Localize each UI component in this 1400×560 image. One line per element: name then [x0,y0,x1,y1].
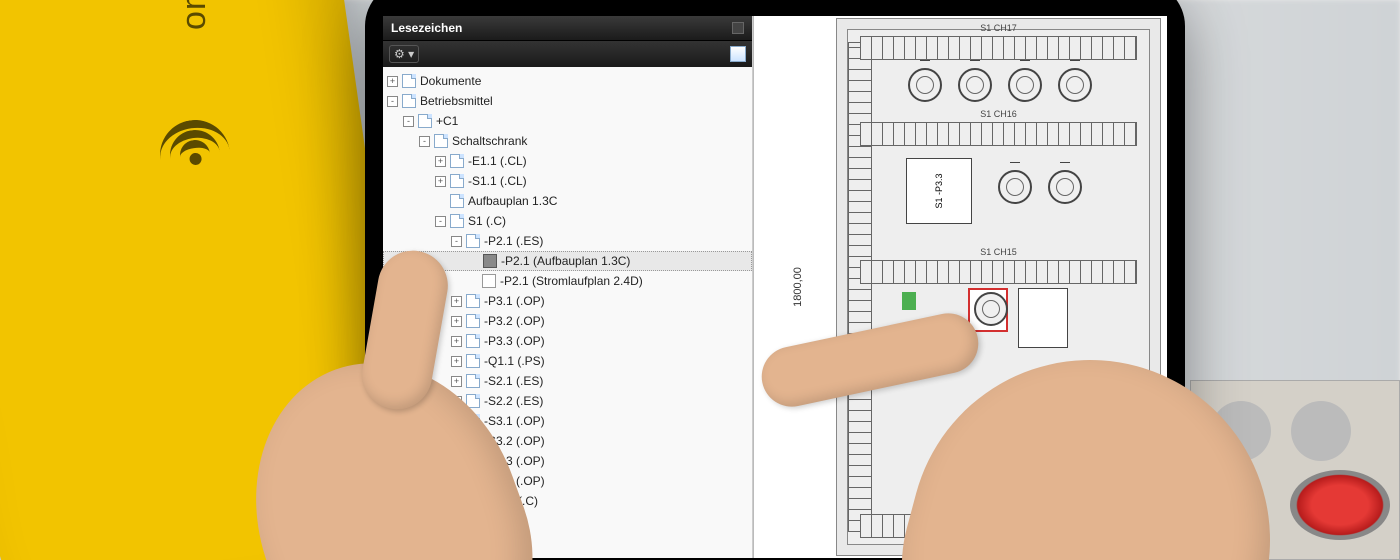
document-icon [402,94,416,108]
component-s1-label: S1 -P3.3 [934,173,944,208]
tree-node-label: S1 (.C) [468,212,506,230]
document-icon [434,134,448,148]
expand-icon[interactable]: + [451,316,462,327]
no-expand-icon [435,196,446,207]
document-icon [466,354,480,368]
tree-node[interactable]: - -P2.1 (.ES) [383,231,752,251]
expand-icon[interactable]: + [451,376,462,387]
tree-node-label: -S2.2 (.ES) [484,392,543,410]
component-round-highlighted[interactable] [974,292,1008,326]
tree-node[interactable]: Aufbauplan 1.3C [383,191,752,211]
document-icon [402,74,416,88]
tree-node-label: -P3.3 (.OP) [484,332,545,350]
tree-node-label: Betriebsmittel [420,92,493,110]
document-icon [466,294,480,308]
document-icon [418,114,432,128]
expand-icon[interactable]: + [451,356,462,367]
expand-icon[interactable]: + [451,336,462,347]
tree-node-label: Dokumente [420,72,481,90]
panel-titlebar: Lesezeichen [383,16,752,41]
tree-node-label: -Q1.1 (.PS) [484,352,545,370]
tree-node[interactable]: + Dokumente [383,71,752,91]
tree-node-label: -S1.1 (.CL) [468,172,527,190]
rail-top-label: S1 CH17 [980,23,1017,33]
pin-icon[interactable] [730,46,746,62]
document-icon [466,374,480,388]
document-icon [450,174,464,188]
tree-node-label: -P2.1 (.ES) [484,232,543,250]
expand-icon[interactable]: + [451,296,462,307]
tree-node-label: -P2.1 (Stromlaufplan 2.4D) [500,272,643,290]
panel-toolbar: ⚙ ▾ [383,41,752,67]
component-round-4[interactable] [1058,68,1092,102]
page-icon [482,274,496,288]
gear-icon[interactable]: ⚙ ▾ [389,45,419,63]
component-box-right[interactable] [1018,288,1068,348]
collapse-icon[interactable]: - [403,116,414,127]
tree-node-label: -S2.1 (.ES) [484,372,543,390]
tree-node-label: -S3.1 (.OP) [484,412,545,430]
tree-node-label: -P3.1 (.OP) [484,292,545,310]
tree-node[interactable]: + -E1.1 (.CL) [383,151,752,171]
no-expand-icon [467,276,478,287]
expand-icon[interactable]: + [435,156,446,167]
tree-node-label: -E1.1 (.CL) [468,152,527,170]
document-icon [466,234,480,248]
emergency-stop-button [1290,470,1390,540]
rail-mid-label: S1 CH16 [980,109,1017,119]
collapse-icon[interactable]: - [435,216,446,227]
tree-node[interactable]: - S1 (.C) [383,211,752,231]
tree-node-label: -P3.2 (.OP) [484,312,545,330]
component-round-2[interactable] [958,68,992,102]
tree-node[interactable]: - Schaltschrank [383,131,752,151]
expand-icon[interactable]: + [435,176,446,187]
rail-low: S1 CH15 [860,260,1137,284]
tree-node[interactable]: - +C1 [383,111,752,131]
tree-node-label: Aufbauplan 1.3C [468,192,557,210]
tree-node[interactable]: - Betriebsmittel [383,91,752,111]
expand-icon[interactable]: + [387,76,398,87]
document-icon [450,194,464,208]
document-icon [450,154,464,168]
component-green[interactable] [902,292,916,310]
tree-node-label: Schaltschrank [452,132,527,150]
component-round-6[interactable] [1048,170,1082,204]
page-icon [483,254,497,268]
component-round-3[interactable] [1008,68,1042,102]
rail-top: S1 CH17 [860,36,1137,60]
document-icon [450,214,464,228]
tree-node[interactable]: + -S1.1 (.CL) [383,171,752,191]
collapse-icon[interactable]: - [387,96,398,107]
document-icon [466,334,480,348]
collapse-icon[interactable]: - [419,136,430,147]
tree-node-label: +C1 [436,112,458,130]
robot-arm-text: omation chine [175,0,214,30]
tree-node-label: -P2.1 (Aufbauplan 1.3C) [501,252,630,270]
document-icon [466,314,480,328]
rail-vertical-left [848,42,872,532]
rail-mid: S1 CH16 [860,122,1137,146]
component-round-5[interactable] [998,170,1032,204]
dimension-vertical: 1800,00 [792,267,804,307]
tree-node[interactable]: + -Q1.1 (.PS) [383,351,752,371]
panel-title: Lesezeichen [391,21,462,35]
minimize-icon[interactable] [732,22,744,34]
no-expand-icon [468,256,479,267]
component-round-1[interactable] [908,68,942,102]
collapse-icon[interactable]: - [451,236,462,247]
rail-low-label: S1 CH15 [980,247,1017,257]
component-s1-box[interactable]: S1 -P3.3 [906,158,972,224]
